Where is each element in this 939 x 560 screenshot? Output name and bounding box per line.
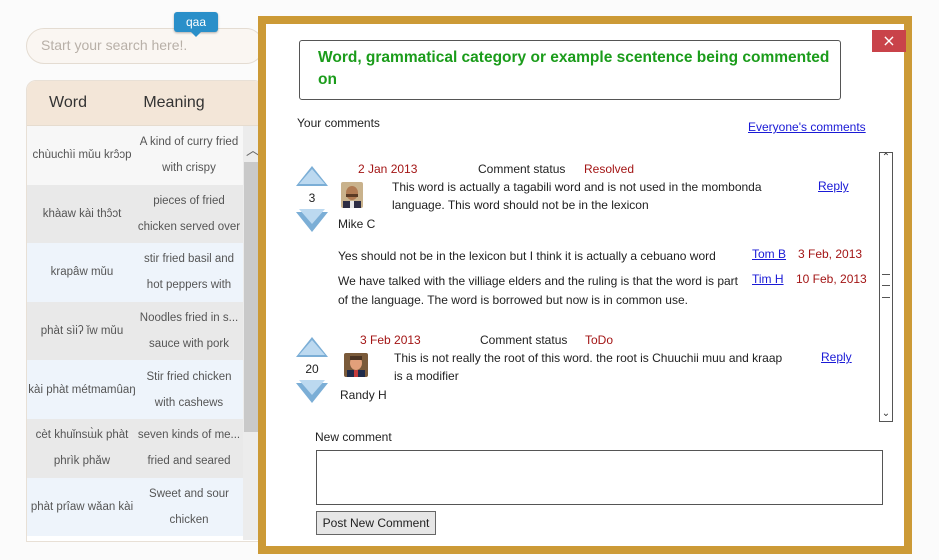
comment-text: This word is actually a tagabili word an…: [392, 180, 762, 212]
comment-status-label: Comment status: [478, 162, 566, 176]
vote-up-icon[interactable]: [296, 166, 328, 186]
word-cell: phàt sìiʔ ǐw mǔu: [40, 325, 124, 338]
reply-link[interactable]: Reply: [818, 179, 849, 193]
vote-count: 3: [308, 191, 316, 205]
close-button[interactable]: ×: [872, 30, 906, 52]
table-row[interactable]: phàt sìiʔ ǐw mǔu Noodles fried in s... s…: [27, 301, 263, 361]
comment-date: 2 Jan 2013: [358, 162, 418, 176]
word-cell: cèt khuǐnsɯ̀k phàt phrìk phǎw: [35, 429, 129, 468]
table-row[interactable]: kài phàt métmamûaŋ Stir fried chicken wi…: [27, 360, 263, 419]
word-cell: phàt prîaw wǎan kài: [30, 500, 134, 513]
meaning-cell: Stir fried chicken with cashews: [146, 370, 232, 409]
comment-date: 3 Feb 2013: [360, 333, 421, 347]
word-cell: khàaw kài thɔ̂ɔt: [42, 207, 122, 220]
reply-link[interactable]: Reply: [821, 350, 852, 364]
reply-text: We have talked with the villiage elders …: [338, 274, 738, 307]
reply-author-link[interactable]: Tim H: [752, 272, 784, 286]
vote-down-icon[interactable]: [296, 209, 328, 232]
reply-author-link[interactable]: Tom B: [752, 247, 786, 261]
vote-down-icon[interactable]: [296, 380, 328, 403]
word-table: Word Meaning chùuchìi mǔu krɔ̂ɔp A kind …: [26, 80, 264, 542]
word-cell: chùuchìi mǔu krɔ̂ɔp: [32, 149, 132, 162]
comment-author: Randy H: [340, 388, 387, 402]
search-input[interactable]: [39, 36, 253, 54]
scrollbar-grip[interactable]: [882, 274, 890, 298]
avatar: [344, 353, 368, 377]
avatar: [341, 182, 363, 208]
chevron-down-icon[interactable]: ⌄: [880, 408, 892, 419]
comment-subject: Word, grammatical category or example sc…: [299, 40, 841, 100]
your-comments-heading: Your comments: [297, 116, 380, 130]
word-cell: kài phàt métmamûaŋ: [28, 383, 136, 396]
comment-status: ToDo: [585, 333, 614, 347]
table-row[interactable]: khàaw kài thɔ̂ɔt pieces of fried chicken…: [27, 184, 263, 244]
column-header-word[interactable]: Word: [27, 81, 109, 125]
table-row[interactable]: krapâw mǔu stir fried basil and hot pepp…: [27, 243, 263, 302]
post-comment-button[interactable]: Post New Comment: [316, 511, 436, 535]
vote-count: 20: [305, 362, 319, 376]
meaning-cell: seven kinds of me... fried and seared: [137, 429, 241, 468]
language-badge: qaa: [174, 12, 218, 37]
column-header-meaning[interactable]: Meaning: [109, 81, 239, 125]
reply-date: 10 Feb, 2013: [796, 272, 867, 286]
meaning-cell: stir fried basil and hot peppers with: [143, 253, 235, 292]
new-comment-label: New comment: [315, 430, 392, 444]
meaning-cell: Noodles fried in s... sauce with pork: [139, 312, 239, 351]
meaning-cell: pieces of fried chicken served over: [137, 194, 241, 233]
reply-date: 3 Feb, 2013: [798, 247, 863, 261]
search-box[interactable]: [26, 28, 264, 64]
comment-status: Resolved: [584, 162, 635, 176]
table-row[interactable]: phàt prîaw wǎan kài Sweet and sour chick…: [27, 477, 263, 537]
comment-author: Mike C: [338, 217, 376, 231]
reply-text: Yes should not be in the lexicon but I t…: [338, 249, 716, 263]
meaning-cell: A kind of curry fried with crispy: [139, 136, 239, 175]
meaning-cell: Sweet and sour chicken: [149, 487, 229, 526]
word-table-header: Word Meaning: [27, 81, 263, 126]
table-row[interactable]: chùuchìi mǔu krɔ̂ɔp A kind of curry frie…: [27, 126, 263, 185]
vote-up-icon[interactable]: [296, 337, 328, 357]
everyones-comments-link[interactable]: Everyone's comments: [748, 120, 866, 134]
table-row[interactable]: cèt khuǐnsɯ̀k phàt phrìk phǎw seven kind…: [27, 418, 263, 478]
comments-dialog: × Word, grammatical category or example …: [258, 16, 912, 554]
comment-status-label: Comment status: [480, 333, 568, 347]
new-comment-input[interactable]: [316, 450, 883, 505]
word-cell: krapâw mǔu: [50, 266, 114, 279]
comment-text: This is not really the root of this word…: [394, 351, 783, 383]
chevron-up-icon[interactable]: ⌃: [880, 152, 892, 163]
